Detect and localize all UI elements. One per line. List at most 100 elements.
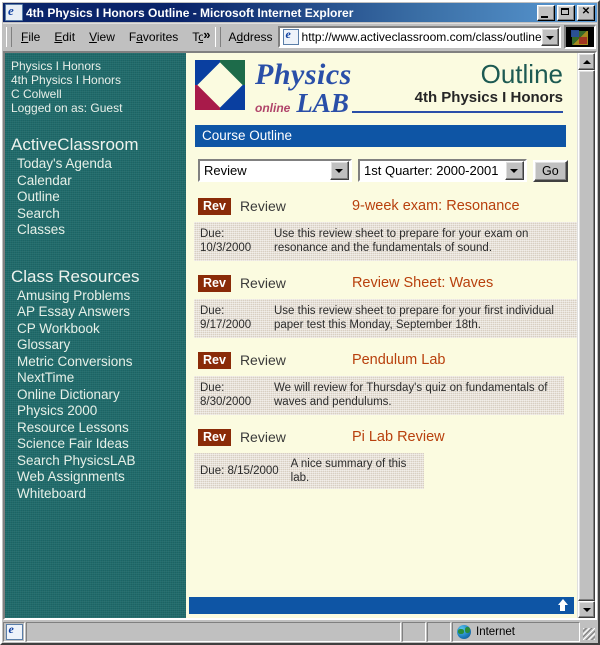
entry-badge: Rev bbox=[198, 197, 231, 215]
address-input[interactable]: http://www.activeclassroom.com/class/out… bbox=[302, 30, 541, 44]
entry-type: Review bbox=[239, 198, 286, 214]
sidebar-item-amusing-problems[interactable]: Amusing Problems bbox=[11, 288, 186, 305]
resize-grip[interactable] bbox=[581, 624, 597, 642]
entry-badge: Rev bbox=[198, 428, 231, 446]
entry-description-panel: Due: 8/15/2000 A nice summary of this la… bbox=[194, 453, 424, 489]
status-bar: Internet bbox=[3, 621, 597, 642]
entry-description-panel: Due: 8/30/2000 We will review for Thursd… bbox=[194, 376, 564, 415]
sidebar-item-calendar[interactable]: Calendar bbox=[11, 173, 186, 190]
outline-entry: Rev Review Review Sheet: Waves Due: 9/17… bbox=[192, 272, 577, 338]
scrollbar-trough[interactable] bbox=[578, 70, 595, 601]
outline-entry: Rev Review Pendulum Lab Due: 8/30/2000 W… bbox=[192, 349, 569, 415]
entry-type: Review bbox=[239, 429, 286, 445]
browser-client-area: Physics I Honors 4th Physics I Honors C … bbox=[3, 51, 597, 620]
menu-item-file[interactable]: File bbox=[14, 28, 47, 46]
sidebar-item-search[interactable]: Search bbox=[11, 206, 186, 223]
menu-overflow-chevron-icon[interactable]: » bbox=[203, 25, 212, 44]
internet-globe-icon bbox=[457, 625, 471, 639]
entry-title-link[interactable]: Review Sheet: Waves bbox=[352, 275, 493, 291]
entry-due-label: Due: 8/15/2000 bbox=[200, 465, 279, 477]
site-header: Physics online LAB Outline 4th Physics I… bbox=[192, 53, 569, 119]
sidebar-meta: Physics I Honors 4th Physics I Honors C … bbox=[11, 59, 186, 115]
sidebar-item-web-assignments[interactable]: Web Assignments bbox=[11, 469, 186, 486]
sidebar-item-metric-conversions[interactable]: Metric Conversions bbox=[11, 354, 186, 371]
type-select-chevron-down-icon[interactable] bbox=[330, 161, 349, 180]
minimize-button[interactable] bbox=[537, 4, 555, 21]
sidebar-item-nexttime[interactable]: NextTime bbox=[11, 370, 186, 387]
ie-document-icon bbox=[5, 3, 23, 21]
entry-due-label: Due: bbox=[200, 305, 225, 317]
browser-window: 4th Physics I Honors Outline - Microsoft… bbox=[0, 0, 600, 645]
sidebar-item-physics-2000[interactable]: Physics 2000 bbox=[11, 403, 186, 420]
entry-title-link[interactable]: Pi Lab Review bbox=[352, 429, 445, 445]
quarter-select[interactable]: 1st Quarter: 2000-2001 bbox=[358, 159, 527, 182]
menu-item-tools[interactable]: To bbox=[185, 28, 203, 46]
entry-title-link[interactable]: Pendulum Lab bbox=[352, 352, 446, 368]
sidebar-item-ap-essay-answers[interactable]: AP Essay Answers bbox=[11, 304, 186, 321]
close-button[interactable]: ✕ bbox=[577, 4, 595, 21]
entry-title-link[interactable]: 9-week exam: Resonance bbox=[352, 198, 520, 214]
scroll-down-arrow-icon[interactable] bbox=[578, 601, 595, 618]
entry-description-panel: Due: 10/3/2000 Use this review sheet to … bbox=[194, 222, 577, 261]
entry-due: Due: 8/30/2000 bbox=[200, 381, 274, 409]
sidebar-meta-course: Physics I Honors bbox=[11, 59, 102, 73]
outline-entry: Rev Review 9-week exam: Resonance Due: 1… bbox=[192, 195, 577, 261]
menu-item-view[interactable]: View bbox=[82, 28, 122, 46]
sidebar-meta-teacher: C Colwell bbox=[11, 87, 62, 101]
maximize-button[interactable] bbox=[557, 4, 575, 21]
sidebar-item-search-physicslab[interactable]: Search PhysicsLAB bbox=[11, 453, 186, 470]
page-footer-bar bbox=[189, 597, 574, 614]
quarter-select-chevron-down-icon[interactable] bbox=[505, 161, 524, 180]
type-select-value: Review bbox=[204, 163, 247, 178]
brand-online: online bbox=[255, 101, 291, 115]
sidebar-item-glossary[interactable]: Glossary bbox=[11, 337, 186, 354]
entry-due-label: Due: bbox=[200, 228, 225, 240]
security-zone-label: Internet bbox=[476, 626, 515, 638]
quarter-select-value: 1st Quarter: 2000-2001 bbox=[364, 163, 499, 178]
sidebar-heading-class-resources: Class Resources bbox=[11, 266, 140, 286]
go-button[interactable]: Go bbox=[533, 159, 568, 182]
type-select[interactable]: Review bbox=[198, 159, 352, 182]
entry-type: Review bbox=[239, 352, 286, 368]
scrollbar-thumb[interactable] bbox=[578, 70, 595, 601]
sidebar-item-online-dictionary[interactable]: Online Dictionary bbox=[11, 387, 186, 404]
window-title: 4th Physics I Honors Outline - Microsoft… bbox=[26, 5, 354, 20]
menu-item-favorites[interactable]: Favorites bbox=[122, 28, 185, 46]
entry-due-date: 10/3/2000 bbox=[200, 242, 252, 254]
status-doc-icon-panel bbox=[3, 622, 25, 642]
entry-description-panel: Due: 9/17/2000 Use this review sheet to … bbox=[194, 299, 577, 338]
address-bar[interactable]: http://www.activeclassroom.com/class/out… bbox=[277, 26, 561, 48]
toolbar-grip-address[interactable] bbox=[215, 27, 222, 47]
toolbar-grip-menu[interactable] bbox=[6, 27, 12, 47]
entry-due-date: 8/30/2000 bbox=[200, 396, 252, 408]
vertical-scrollbar[interactable] bbox=[577, 53, 595, 618]
sidebar-item-classes[interactable]: Classes bbox=[11, 222, 186, 239]
entry-due: Due: 9/17/2000 bbox=[200, 304, 274, 332]
status-panel-spacer-1 bbox=[402, 622, 426, 642]
main-inner: Physics online LAB Outline 4th Physics I… bbox=[186, 53, 577, 597]
brand-lab: LAB bbox=[296, 88, 349, 118]
brand-wordmark: Physics online LAB bbox=[255, 60, 352, 119]
entry-type: Review bbox=[239, 275, 286, 291]
brand-physics: Physics bbox=[255, 58, 352, 91]
sidebar-item-outline[interactable]: Outline bbox=[11, 189, 186, 206]
entry-description-text: Use this review sheet to prepare for you… bbox=[274, 305, 554, 331]
entry-badge: Rev bbox=[198, 274, 231, 292]
sidebar-item-resource-lessons[interactable]: Resource Lessons bbox=[11, 420, 186, 437]
sidebar-item-science-fair-ideas[interactable]: Science Fair Ideas bbox=[11, 436, 186, 453]
entry-due: Due: 10/3/2000 bbox=[200, 227, 274, 255]
security-zone-panel[interactable]: Internet bbox=[452, 622, 580, 642]
sidebar-item-whiteboard[interactable]: Whiteboard bbox=[11, 486, 186, 503]
menu-and-address-bar: File Edit View Favorites To » Address ht… bbox=[3, 23, 597, 50]
sidebar-item-todays-agenda[interactable]: Today's Agenda bbox=[11, 156, 186, 173]
ie-brand-logo-button[interactable] bbox=[564, 25, 596, 49]
menu-item-edit[interactable]: Edit bbox=[47, 28, 82, 46]
address-dropdown-chevron-down-icon[interactable] bbox=[541, 28, 559, 46]
status-message-panel bbox=[26, 622, 401, 642]
entry-description-text: Use this review sheet to prepare for you… bbox=[274, 228, 529, 254]
window-controls: ✕ bbox=[537, 4, 596, 21]
sidebar-navigation: Physics I Honors 4th Physics I Honors C … bbox=[5, 53, 186, 618]
sidebar-item-cp-workbook[interactable]: CP Workbook bbox=[11, 321, 186, 338]
filter-controls: Review 1st Quarter: 2000-2001 Go bbox=[192, 147, 569, 182]
scroll-up-arrow-icon[interactable] bbox=[578, 53, 595, 70]
